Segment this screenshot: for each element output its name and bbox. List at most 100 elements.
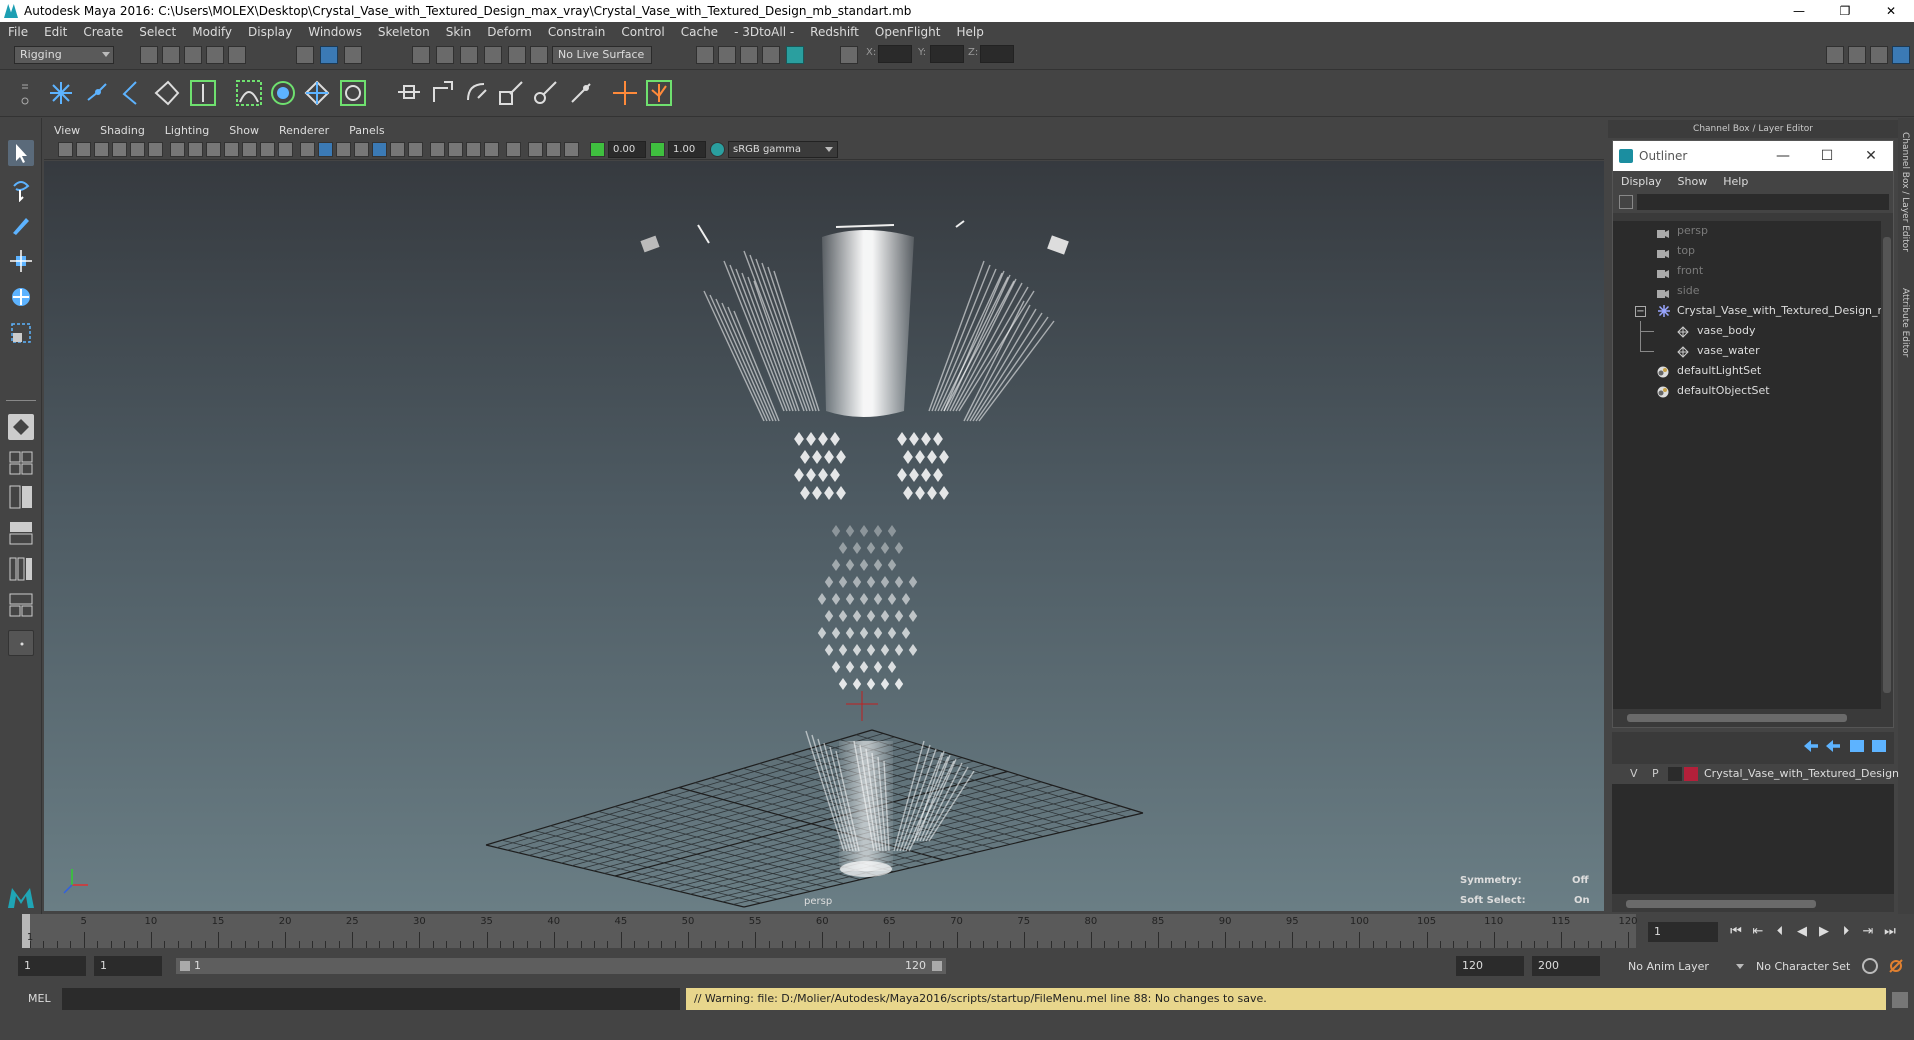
panel-menu-shading[interactable]: Shading (90, 124, 155, 137)
scene-start-field[interactable]: 1 (18, 956, 86, 976)
camera-select-icon[interactable] (58, 142, 73, 157)
panel-menu-view[interactable]: View (44, 124, 90, 137)
render-view-icon[interactable] (786, 46, 804, 64)
outliner-item-side[interactable]: side (1613, 281, 1881, 301)
persp-graph-layout-icon[interactable] (8, 520, 34, 546)
gate-mask-icon[interactable] (224, 142, 239, 157)
outliner-menu-help[interactable]: Help (1715, 175, 1756, 188)
close-button[interactable]: ✕ (1868, 0, 1914, 22)
move-layer-up-icon[interactable] (1804, 740, 1818, 752)
layer-visibility-toggle[interactable]: V (1630, 764, 1638, 784)
redo-icon[interactable] (228, 46, 246, 64)
orient-constraint-icon[interactable] (462, 78, 492, 108)
outliner-item-vase-group[interactable]: − Crystal_Vase_with_Textured_Design_ncl (1613, 301, 1894, 321)
collapse-toggle[interactable]: − (1635, 306, 1646, 317)
insert-joint-icon[interactable] (82, 78, 112, 108)
outliner-item-vase-water[interactable]: vase_water (1613, 341, 1881, 361)
ambient-occlusion-icon[interactable] (430, 142, 445, 157)
outliner-item-default-object-set[interactable]: defaultObjectSet (1613, 381, 1881, 401)
parent-constraint-icon[interactable] (530, 78, 560, 108)
use-all-lights-icon[interactable] (390, 142, 405, 157)
menu-modify[interactable]: Modify (184, 25, 240, 39)
motion-blur-icon[interactable] (448, 142, 463, 157)
color-management-icon[interactable] (710, 142, 725, 157)
command-input[interactable] (62, 988, 680, 1010)
menu-control[interactable]: Control (613, 25, 672, 39)
save-scene-icon[interactable] (184, 46, 202, 64)
layout-more-icon[interactable] (8, 630, 34, 656)
move-layer-down-icon[interactable] (1826, 740, 1840, 752)
wireframe-on-shaded-icon[interactable] (336, 142, 351, 157)
backface-culling-icon[interactable] (564, 142, 579, 157)
menuset-dropdown[interactable]: Rigging (14, 46, 114, 64)
go-to-end-icon[interactable]: ⏭ (1882, 924, 1898, 940)
render-frame-icon[interactable] (718, 46, 736, 64)
animation-preferences-icon[interactable] (1888, 958, 1904, 974)
play-backwards-icon[interactable]: ◀ (1794, 924, 1810, 940)
script-mode-label[interactable]: MEL (28, 992, 51, 1005)
film-gate-icon[interactable] (188, 142, 203, 157)
outliner-close-button[interactable]: ✕ (1849, 141, 1893, 171)
gamma-field[interactable]: 1.00 (668, 141, 706, 158)
snap-curve-icon[interactable] (436, 46, 454, 64)
snap-grid-icon[interactable] (412, 46, 430, 64)
panel-menu-lighting[interactable]: Lighting (155, 124, 219, 137)
single-perspective-layout-icon[interactable] (8, 414, 34, 440)
menu-windows[interactable]: Windows (300, 25, 370, 39)
outliner-item-default-light-set[interactable]: defaultLightSet (1613, 361, 1881, 381)
depth-of-field-icon[interactable] (484, 142, 499, 157)
paint-weights-icon[interactable] (338, 78, 368, 108)
range-start-handle[interactable] (180, 961, 190, 971)
character-set-dropdown[interactable]: No Character Set (1756, 960, 1850, 973)
tool-settings-icon[interactable] (1870, 46, 1888, 64)
outliner-layout-icon[interactable] (8, 592, 34, 618)
transform-constraint-icon[interactable] (840, 46, 858, 64)
shadows-icon[interactable] (408, 142, 423, 157)
point-constraint-icon[interactable] (394, 78, 424, 108)
scroll-thumb[interactable] (1883, 237, 1891, 693)
move-tool-icon[interactable] (8, 248, 34, 274)
new-layer-icon[interactable] (1850, 740, 1864, 752)
step-forward-key-icon[interactable]: ⇥ (1860, 924, 1876, 940)
tab-channel-box[interactable]: Channel Box / Layer Editor (1900, 132, 1910, 252)
outliner-search-input[interactable] (1637, 194, 1889, 210)
paint-select-icon[interactable] (8, 212, 34, 238)
scale-tool-icon[interactable] (8, 320, 34, 346)
xray-icon[interactable] (372, 142, 387, 157)
panel-menu-panels[interactable]: Panels (339, 124, 394, 137)
outliner-horizontal-scrollbar[interactable] (1613, 709, 1883, 727)
menu-3dtoall[interactable]: - 3DtoAll - (726, 25, 802, 39)
outliner-maximize-button[interactable]: ☐ (1805, 141, 1849, 171)
step-back-key-icon[interactable]: ⇤ (1750, 924, 1766, 940)
ik-handle-icon[interactable] (188, 78, 218, 108)
scene-end-field[interactable]: 200 (1532, 956, 1600, 976)
outliner-menu-show[interactable]: Show (1670, 175, 1716, 188)
default-material-icon[interactable] (354, 142, 369, 157)
anti-aliasing-icon[interactable] (466, 142, 481, 157)
resolution-gate-icon[interactable] (206, 142, 221, 157)
play-forwards-icon[interactable]: ▶ (1816, 924, 1832, 940)
bookmark-icon[interactable] (94, 142, 109, 157)
bind-skin-icon[interactable] (268, 78, 298, 108)
current-frame-field[interactable]: 1 (1648, 922, 1718, 942)
menu-help[interactable]: Help (948, 25, 991, 39)
menu-display[interactable]: Display (240, 25, 300, 39)
wireframe-icon[interactable] (300, 142, 315, 157)
time-ruler[interactable]: 1 5 10 15 20 25 30 35 40 45 50 55 60 65 70 75 80 85 90 95 1… (22, 914, 1638, 948)
select-component-icon[interactable] (344, 46, 362, 64)
new-layer-selected-icon[interactable] (1872, 740, 1886, 752)
undo-icon[interactable] (206, 46, 224, 64)
live-surface-field[interactable]: No Live Surface (552, 46, 652, 64)
playback-start-field[interactable]: 1 (94, 956, 162, 976)
range-slider[interactable]: 1 120 (176, 958, 946, 974)
snap-point-icon[interactable] (460, 46, 478, 64)
menu-redshift[interactable]: Redshift (802, 25, 867, 39)
locator-icon[interactable] (610, 78, 640, 108)
layer-color-swatch[interactable] (1684, 767, 1698, 781)
chevron-down-icon[interactable] (1736, 964, 1744, 969)
pole-vector-icon[interactable] (566, 78, 596, 108)
menu-skeleton[interactable]: Skeleton (370, 25, 438, 39)
mirror-joint-icon[interactable] (116, 78, 146, 108)
select-tool-icon[interactable] (8, 140, 34, 166)
snap-view-icon[interactable] (484, 46, 502, 64)
